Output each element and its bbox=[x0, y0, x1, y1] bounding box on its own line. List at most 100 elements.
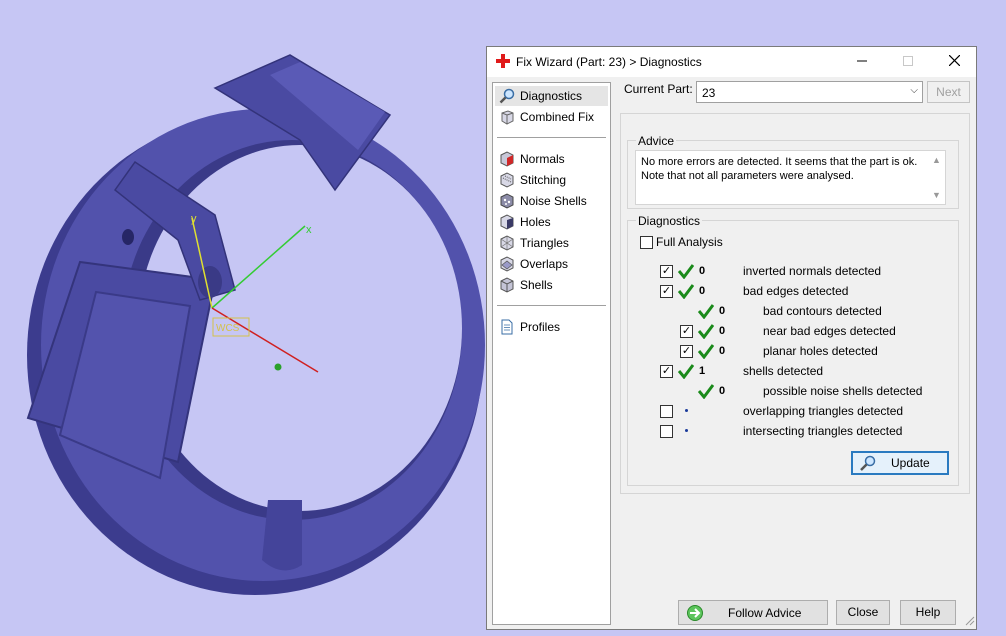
advice-text: No more errors are detected. It seems th… bbox=[641, 156, 918, 182]
pivot-point bbox=[274, 363, 282, 371]
full-analysis-checkbox[interactable] bbox=[640, 236, 653, 249]
sidebar-item-label: Diagnostics bbox=[520, 89, 583, 103]
wcs-label: WCS bbox=[216, 323, 240, 334]
diagnostic-count: 0 bbox=[699, 265, 706, 277]
diagnostic-count: 0 bbox=[719, 325, 726, 337]
x-axis-label: x bbox=[306, 224, 312, 236]
sidebar-item-label: Triangles bbox=[520, 236, 569, 250]
help-button[interactable]: Help bbox=[900, 600, 956, 625]
window-title: Fix Wizard (Part: 23) > Diagnostics bbox=[516, 55, 702, 69]
diagnostic-label: possible noise shells detected bbox=[763, 384, 923, 398]
diagnostic-count: 0 bbox=[719, 385, 726, 397]
diagnostics-title: Diagnostics bbox=[636, 214, 703, 228]
sidebar-item-label: Combined Fix bbox=[520, 110, 595, 124]
diagnostic-count: 0 bbox=[699, 285, 706, 297]
diagnostic-checkbox[interactable]: ✓ bbox=[680, 325, 693, 338]
scroll-down-icon: ▼ bbox=[932, 190, 941, 200]
green-check-icon bbox=[698, 304, 714, 319]
current-part-select[interactable]: 23 ⌵ bbox=[696, 81, 923, 103]
sidebar-item-normals[interactable]: Normals bbox=[495, 149, 608, 169]
sidebar-item-label: Holes bbox=[520, 215, 551, 229]
maximize-button[interactable] bbox=[885, 47, 931, 77]
green-check-icon bbox=[698, 384, 714, 399]
overlaps-cube-icon bbox=[500, 256, 514, 272]
diagnostic-label: bad contours detected bbox=[763, 304, 882, 318]
sidebar-divider bbox=[497, 137, 606, 138]
sidebar-item-label: Normals bbox=[520, 152, 565, 166]
sidebar-divider bbox=[497, 305, 606, 306]
sidebar-item-label: Overlaps bbox=[520, 257, 569, 271]
diagnostic-label: bad edges detected bbox=[743, 284, 849, 298]
diagnostic-label: planar holes detected bbox=[763, 344, 878, 358]
resize-grip-icon[interactable] bbox=[965, 616, 975, 626]
sidebar-item-diagnostics[interactable]: Diagnostics bbox=[495, 86, 608, 106]
arrow-right-icon bbox=[687, 605, 703, 621]
ring-model bbox=[26, 54, 485, 595]
sidebar-item-noise-shells[interactable]: Noise Shells bbox=[495, 191, 608, 211]
advice-scrollbar[interactable]: ▲ ▼ bbox=[929, 151, 945, 204]
red-cross-icon bbox=[496, 54, 510, 68]
fix-wizard-dialog: Fix Wizard (Part: 23) > Diagnostics Diag… bbox=[486, 46, 977, 630]
diagnostic-checkbox[interactable]: ✓ bbox=[660, 285, 673, 298]
noise-cube-icon bbox=[500, 193, 514, 209]
pending-dot-icon bbox=[685, 409, 688, 412]
green-check-icon bbox=[698, 344, 714, 359]
green-check-icon bbox=[678, 284, 694, 299]
sidebar-item-combined-fix[interactable]: Combined Fix bbox=[495, 107, 608, 127]
sidebar-item-stitching[interactable]: Stitching bbox=[495, 170, 608, 190]
advice-textbox[interactable]: No more errors are detected. It seems th… bbox=[635, 150, 946, 205]
diagnostic-label: intersecting triangles detected bbox=[743, 424, 903, 438]
diagnostic-checkbox[interactable]: ✓ bbox=[660, 365, 673, 378]
sidebar-item-profiles[interactable]: Profiles bbox=[495, 317, 608, 337]
triangles-cube-icon bbox=[500, 235, 514, 251]
sidebar-item-label: Stitching bbox=[520, 173, 567, 187]
cube-icon bbox=[501, 110, 514, 125]
follow-advice-button[interactable]: Follow Advice bbox=[678, 600, 828, 625]
diagnostic-checkbox[interactable]: ✓ bbox=[680, 345, 693, 358]
current-part-label: Current Part: bbox=[624, 82, 693, 96]
fix-wizard-sidebar: Diagnostics Combined Fix Normals Stitchi… bbox=[492, 82, 611, 625]
green-check-icon bbox=[678, 364, 694, 379]
close-icon bbox=[948, 54, 960, 67]
update-button[interactable]: Update bbox=[851, 451, 949, 475]
green-check-icon bbox=[678, 264, 694, 279]
sidebar-item-holes[interactable]: Holes bbox=[495, 212, 608, 232]
minimize-icon bbox=[857, 60, 867, 62]
next-button[interactable]: Next bbox=[927, 81, 970, 103]
stitching-cube-icon bbox=[500, 172, 514, 188]
minimize-button[interactable] bbox=[839, 47, 885, 77]
close-window-button[interactable] bbox=[931, 47, 977, 77]
diagnostic-checkbox[interactable] bbox=[660, 405, 673, 418]
chevron-down-icon: ⌵ bbox=[910, 85, 918, 96]
shells-cube-icon bbox=[500, 277, 514, 293]
y-axis-label: y bbox=[191, 213, 197, 225]
follow-advice-label: Follow Advice bbox=[728, 606, 802, 620]
title-bar[interactable]: Fix Wizard (Part: 23) > Diagnostics bbox=[487, 47, 976, 77]
diagnostic-count: 1 bbox=[699, 365, 706, 377]
sidebar-item-label: Noise Shells bbox=[520, 194, 587, 208]
diagnostic-count: 0 bbox=[719, 345, 726, 357]
pending-dot-icon bbox=[685, 429, 688, 432]
diagnostic-label: overlapping triangles detected bbox=[743, 404, 904, 418]
normals-cube-icon bbox=[500, 151, 514, 167]
advice-title: Advice bbox=[636, 134, 677, 148]
document-icon bbox=[501, 319, 513, 335]
close-button[interactable]: Close bbox=[836, 600, 890, 625]
holes-cube-icon bbox=[500, 214, 514, 230]
sidebar-item-label: Profiles bbox=[520, 320, 561, 334]
diagnostic-count: 0 bbox=[719, 305, 726, 317]
diagnostic-checkbox[interactable] bbox=[660, 425, 673, 438]
current-part-value: 23 bbox=[702, 86, 716, 100]
magnifier-icon bbox=[499, 88, 515, 104]
sidebar-item-label: Shells bbox=[520, 278, 553, 292]
update-button-label: Update bbox=[891, 456, 930, 470]
green-check-icon bbox=[698, 324, 714, 339]
sidebar-item-triangles[interactable]: Triangles bbox=[495, 233, 608, 253]
diagnostic-label: shells detected bbox=[743, 364, 824, 378]
maximize-icon bbox=[903, 56, 913, 66]
magnifier-icon bbox=[860, 455, 876, 471]
diagnostic-checkbox[interactable]: ✓ bbox=[660, 265, 673, 278]
diagnostic-label: inverted normals detected bbox=[743, 264, 882, 278]
sidebar-item-shells[interactable]: Shells bbox=[495, 275, 608, 295]
sidebar-item-overlaps[interactable]: Overlaps bbox=[495, 254, 608, 274]
